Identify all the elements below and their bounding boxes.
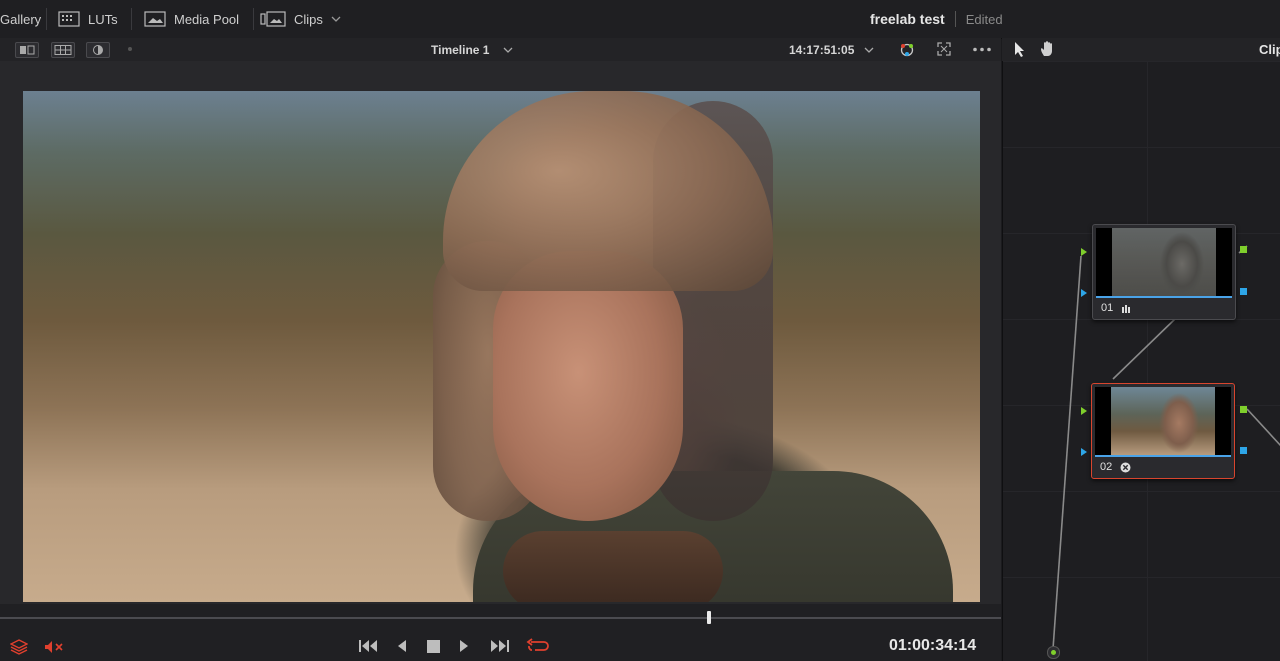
thumbnail-image bbox=[1112, 228, 1216, 296]
skip-to-start-button[interactable] bbox=[358, 637, 380, 655]
node-number: 01 bbox=[1101, 302, 1114, 314]
node-01[interactable]: 01 bbox=[1092, 224, 1236, 320]
node-label: 02 bbox=[1100, 461, 1131, 473]
wipe-button[interactable] bbox=[86, 42, 110, 58]
node-01-input-rgb[interactable] bbox=[1081, 248, 1087, 256]
project-name: freelab test bbox=[870, 11, 945, 27]
stop-icon bbox=[426, 639, 440, 653]
node-progress-bar bbox=[1096, 296, 1232, 298]
node-02[interactable]: 02 bbox=[1091, 383, 1235, 479]
pointer-icon[interactable] bbox=[1013, 41, 1027, 58]
loop-button[interactable] bbox=[526, 637, 550, 655]
stop-button[interactable] bbox=[426, 637, 440, 655]
timeline-selector[interactable]: Timeline 1 bbox=[431, 38, 513, 61]
split-view-icon bbox=[20, 45, 35, 55]
skip-back-icon bbox=[359, 640, 377, 652]
media-pool-label: Media Pool bbox=[174, 11, 240, 27]
skip-to-end-button[interactable] bbox=[488, 637, 510, 655]
divider bbox=[46, 8, 47, 30]
node-01-output-rgb[interactable] bbox=[1240, 246, 1247, 253]
luts-label: LUTs bbox=[88, 11, 118, 27]
gallery-button[interactable]: Gallery bbox=[0, 0, 41, 38]
play-reverse-icon bbox=[398, 640, 406, 652]
clips-icon bbox=[260, 11, 286, 27]
node-thumbnail bbox=[1095, 387, 1231, 455]
skip-forward-icon bbox=[491, 640, 509, 652]
image-region bbox=[493, 251, 683, 521]
hand-icon[interactable] bbox=[1039, 40, 1057, 58]
grid-icon bbox=[54, 45, 72, 55]
layers-icon[interactable] bbox=[10, 639, 28, 655]
node-02-input-rgb[interactable] bbox=[1081, 407, 1087, 415]
more-options-icon[interactable] bbox=[972, 47, 992, 52]
play-button[interactable] bbox=[458, 637, 470, 655]
media-pool-icon bbox=[144, 11, 166, 27]
status-dot bbox=[128, 47, 132, 51]
node-01-output-key[interactable] bbox=[1240, 288, 1247, 295]
node-number: 02 bbox=[1100, 461, 1113, 473]
transport-timecode: 01:00:34:14 bbox=[889, 637, 977, 654]
project-title: freelab test Edited bbox=[870, 0, 1003, 38]
node-progress-bar bbox=[1095, 455, 1231, 457]
bars-icon bbox=[1122, 304, 1131, 313]
top-toolbar: Gallery LUTs Media Pool Clips freelab te… bbox=[0, 0, 1280, 39]
timeline-name: Timeline 1 bbox=[431, 42, 490, 57]
image-region bbox=[503, 531, 723, 602]
viewer-image[interactable] bbox=[23, 91, 980, 602]
clips-label: Clips bbox=[294, 11, 323, 27]
mute-icon[interactable] bbox=[44, 640, 64, 654]
node-toolbar: Clip bbox=[1002, 38, 1280, 62]
viewer-toolbar: Timeline 1 14:17:51:05 bbox=[0, 38, 1001, 62]
luts-button[interactable]: LUTs bbox=[58, 0, 118, 38]
node-01-input-key[interactable] bbox=[1081, 289, 1087, 297]
grid-view-button[interactable] bbox=[51, 42, 75, 58]
source-input-dot bbox=[1051, 650, 1056, 655]
project-status: Edited bbox=[965, 11, 1003, 27]
node-thumbnail bbox=[1096, 228, 1232, 296]
fullscreen-icon[interactable] bbox=[937, 42, 951, 56]
divider bbox=[131, 8, 132, 30]
split-view-button[interactable] bbox=[15, 42, 39, 58]
play-icon bbox=[460, 640, 468, 652]
playhead[interactable] bbox=[707, 611, 711, 624]
viewer-timecode[interactable]: 14:17:51:05 bbox=[789, 38, 874, 61]
node-02-output-key[interactable] bbox=[1240, 447, 1247, 454]
node-connections bbox=[1052, 245, 1280, 650]
divider bbox=[954, 11, 956, 27]
node-02-output-rgb[interactable] bbox=[1240, 406, 1247, 413]
source-input[interactable] bbox=[1047, 646, 1060, 659]
node-label: 01 bbox=[1101, 302, 1131, 314]
divider bbox=[253, 8, 254, 30]
circle-x-icon bbox=[1120, 462, 1131, 472]
thumbnail-image bbox=[1111, 387, 1215, 455]
clips-button[interactable]: Clips bbox=[260, 0, 341, 38]
node-mode-label[interactable]: Clip bbox=[1259, 38, 1280, 61]
scrubber-track[interactable] bbox=[0, 617, 1001, 619]
highlight-icon[interactable] bbox=[898, 41, 916, 59]
chevron-down-icon bbox=[864, 47, 874, 53]
chevron-down-icon bbox=[504, 47, 513, 53]
clip-label: Clip bbox=[1259, 42, 1280, 57]
loop-icon bbox=[526, 638, 549, 651]
wipe-icon bbox=[93, 45, 103, 55]
node-editor[interactable]: 01 02 bbox=[1002, 61, 1280, 661]
node-02-input-key[interactable] bbox=[1081, 448, 1087, 456]
play-reverse-button[interactable] bbox=[396, 637, 408, 655]
transport-bar: 01:00:34:14 bbox=[0, 604, 1001, 661]
gallery-label: Gallery bbox=[0, 11, 42, 27]
chevron-down-icon bbox=[331, 16, 341, 22]
media-pool-button[interactable]: Media Pool bbox=[144, 0, 239, 38]
viewer-timecode-value: 14:17:51:05 bbox=[789, 42, 855, 57]
luts-icon bbox=[58, 11, 80, 27]
